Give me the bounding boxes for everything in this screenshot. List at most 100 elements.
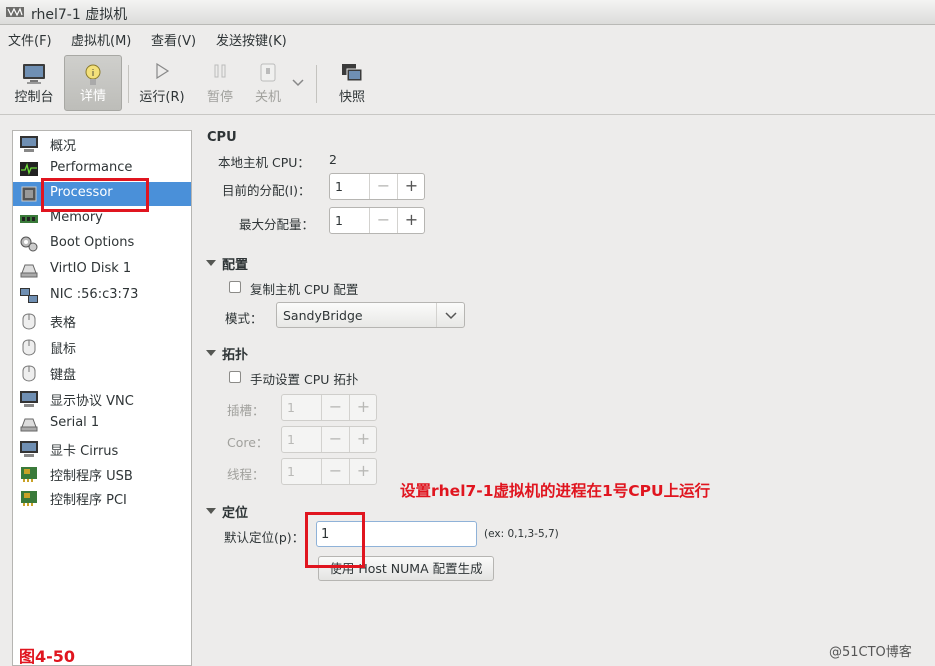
cores-value: 1 xyxy=(287,432,295,447)
console-button[interactable]: 控制台 xyxy=(8,55,60,111)
svg-text:i: i xyxy=(92,69,95,79)
chevron-down-icon xyxy=(445,312,457,320)
disk-icon xyxy=(20,264,38,278)
memory-icon xyxy=(20,215,38,223)
toolbar-separator xyxy=(316,65,317,103)
details-button[interactable]: i 详情 xyxy=(64,55,122,111)
cpu-model-select[interactable]: SandyBridge xyxy=(276,302,465,328)
decrement-button[interactable]: − xyxy=(321,395,349,420)
model-label: 模式： xyxy=(225,311,263,326)
serial-icon xyxy=(20,418,38,432)
display-icon xyxy=(20,391,38,407)
topology-section-title[interactable]: 拓扑 xyxy=(222,344,248,363)
pinning-example-hint: (ex: 0,1,3-5,7) xyxy=(484,528,559,540)
max-allocation-stepper[interactable]: 1 − + xyxy=(329,207,425,234)
power-icon xyxy=(260,63,276,82)
menubar: 文件(F) 虚拟机(M) 查看(V) 发送按键(K) xyxy=(0,25,935,51)
threads-value: 1 xyxy=(287,464,295,479)
increment-button[interactable]: + xyxy=(349,459,377,484)
sockets-value: 1 xyxy=(287,400,295,415)
cores-stepper[interactable]: 1 − + xyxy=(281,426,377,453)
toolbar: 控制台 i 详情 运行(R) 暂停 关机 快照 xyxy=(0,51,935,115)
decrement-button[interactable]: − xyxy=(321,459,349,484)
run-button[interactable]: 运行(R) xyxy=(136,55,188,111)
manual-topology-checkbox[interactable] xyxy=(229,371,241,383)
expander-arrow-icon[interactable] xyxy=(206,350,216,356)
keyboard-icon xyxy=(22,365,36,382)
sidebar-item-boot-options[interactable]: Boot Options xyxy=(13,232,191,256)
sidebar-item-display-vnc[interactable]: 显示协议 VNC xyxy=(13,387,191,411)
sidebar-item-overview[interactable]: 概况 xyxy=(13,132,191,156)
performance-icon xyxy=(20,162,38,176)
pause-button[interactable]: 暂停 xyxy=(200,55,240,111)
sidebar-item-tablet[interactable]: 表格 xyxy=(13,309,191,333)
menu-view[interactable]: 查看(V) xyxy=(151,30,196,49)
sockets-stepper[interactable]: 1 − + xyxy=(281,394,377,421)
cores-label: Core： xyxy=(227,435,269,450)
annotation-text: 设置rhel7-1虚拟机的进程在1号CPU上运行 xyxy=(400,482,711,500)
threads-label: 线程： xyxy=(227,467,265,482)
monitor-icon xyxy=(20,136,38,152)
figure-label: 图4-50 xyxy=(19,647,76,666)
threads-stepper[interactable]: 1 − + xyxy=(281,458,377,485)
increment-button[interactable]: + xyxy=(349,427,377,452)
increment-button[interactable]: + xyxy=(397,174,425,199)
monitor-icon xyxy=(23,64,45,84)
max-allocation-label: 最大分配量： xyxy=(239,217,315,232)
menu-send-key[interactable]: 发送按键(K) xyxy=(216,30,287,49)
pinning-section-title[interactable]: 定位 xyxy=(222,502,248,521)
manual-topology-label[interactable]: 手动设置 CPU 拓扑 xyxy=(250,369,358,388)
window-title: rhel7-1 虚拟机 xyxy=(31,7,128,23)
pinning-highlight-box xyxy=(305,512,365,568)
cpu-section-title: CPU xyxy=(207,130,237,145)
expander-arrow-icon[interactable] xyxy=(206,508,216,514)
controller-icon xyxy=(21,467,37,482)
current-allocation-label: 目前的分配(I)： xyxy=(222,183,311,198)
expander-arrow-icon[interactable] xyxy=(206,260,216,266)
snapshot-icon xyxy=(342,64,363,82)
sidebar-item-video-cirrus[interactable]: 显卡 Cirrus xyxy=(13,437,191,461)
sidebar-item-disk[interactable]: VirtIO Disk 1 xyxy=(13,258,191,282)
play-icon xyxy=(156,63,170,79)
controller-icon xyxy=(21,491,37,506)
current-allocation-stepper[interactable]: 1 − + xyxy=(329,173,425,200)
virt-manager-icon xyxy=(6,7,24,17)
config-section-title[interactable]: 配置 xyxy=(222,254,248,273)
sidebar-item-keyboard[interactable]: 键盘 xyxy=(13,361,191,385)
cpu-model-value: SandyBridge xyxy=(283,308,363,323)
current-allocation-value: 1 xyxy=(335,179,343,194)
decrement-button[interactable]: − xyxy=(321,427,349,452)
network-icon xyxy=(20,288,38,303)
max-allocation-value: 1 xyxy=(335,213,343,228)
copy-host-cpu-checkbox[interactable] xyxy=(229,281,241,293)
sockets-label: 插槽： xyxy=(227,403,265,418)
decrement-button[interactable]: − xyxy=(369,208,397,233)
increment-button[interactable]: + xyxy=(349,395,377,420)
host-cpu-label: 本地主机 CPU： xyxy=(218,155,310,170)
copy-host-cpu-label[interactable]: 复制主机 CPU 配置 xyxy=(250,279,358,298)
video-card-icon xyxy=(20,441,38,457)
sidebar-item-controller-usb[interactable]: 控制程序 USB xyxy=(13,462,191,486)
mouse-icon xyxy=(22,339,36,356)
gears-icon xyxy=(20,236,38,252)
sidebar-item-serial[interactable]: Serial 1 xyxy=(13,412,191,436)
pause-icon xyxy=(214,64,226,78)
menu-file[interactable]: 文件(F) xyxy=(8,30,52,49)
snapshot-button[interactable]: 快照 xyxy=(328,55,376,111)
increment-button[interactable]: + xyxy=(397,208,425,233)
decrement-button[interactable]: − xyxy=(369,174,397,199)
sidebar-item-mouse[interactable]: 鼠标 xyxy=(13,335,191,359)
watermark: @51CTO博客 xyxy=(829,645,912,660)
toolbar-separator xyxy=(128,65,129,103)
shutdown-dropdown-icon[interactable] xyxy=(292,79,304,87)
sidebar-item-nic[interactable]: NIC :56:c3:73 xyxy=(13,284,191,308)
processor-highlight-box xyxy=(41,178,149,212)
processor-icon xyxy=(21,186,37,202)
sidebar-item-controller-pci[interactable]: 控制程序 PCI xyxy=(13,486,191,510)
window-titlebar: rhel7-1 虚拟机 xyxy=(0,0,935,25)
shutdown-button[interactable]: 关机 xyxy=(248,55,288,111)
menu-vm[interactable]: 虚拟机(M) xyxy=(71,30,131,49)
tablet-icon xyxy=(22,313,36,330)
host-cpu-value: 2 xyxy=(329,152,337,167)
default-pinning-label: 默认定位(p)： xyxy=(224,530,305,545)
